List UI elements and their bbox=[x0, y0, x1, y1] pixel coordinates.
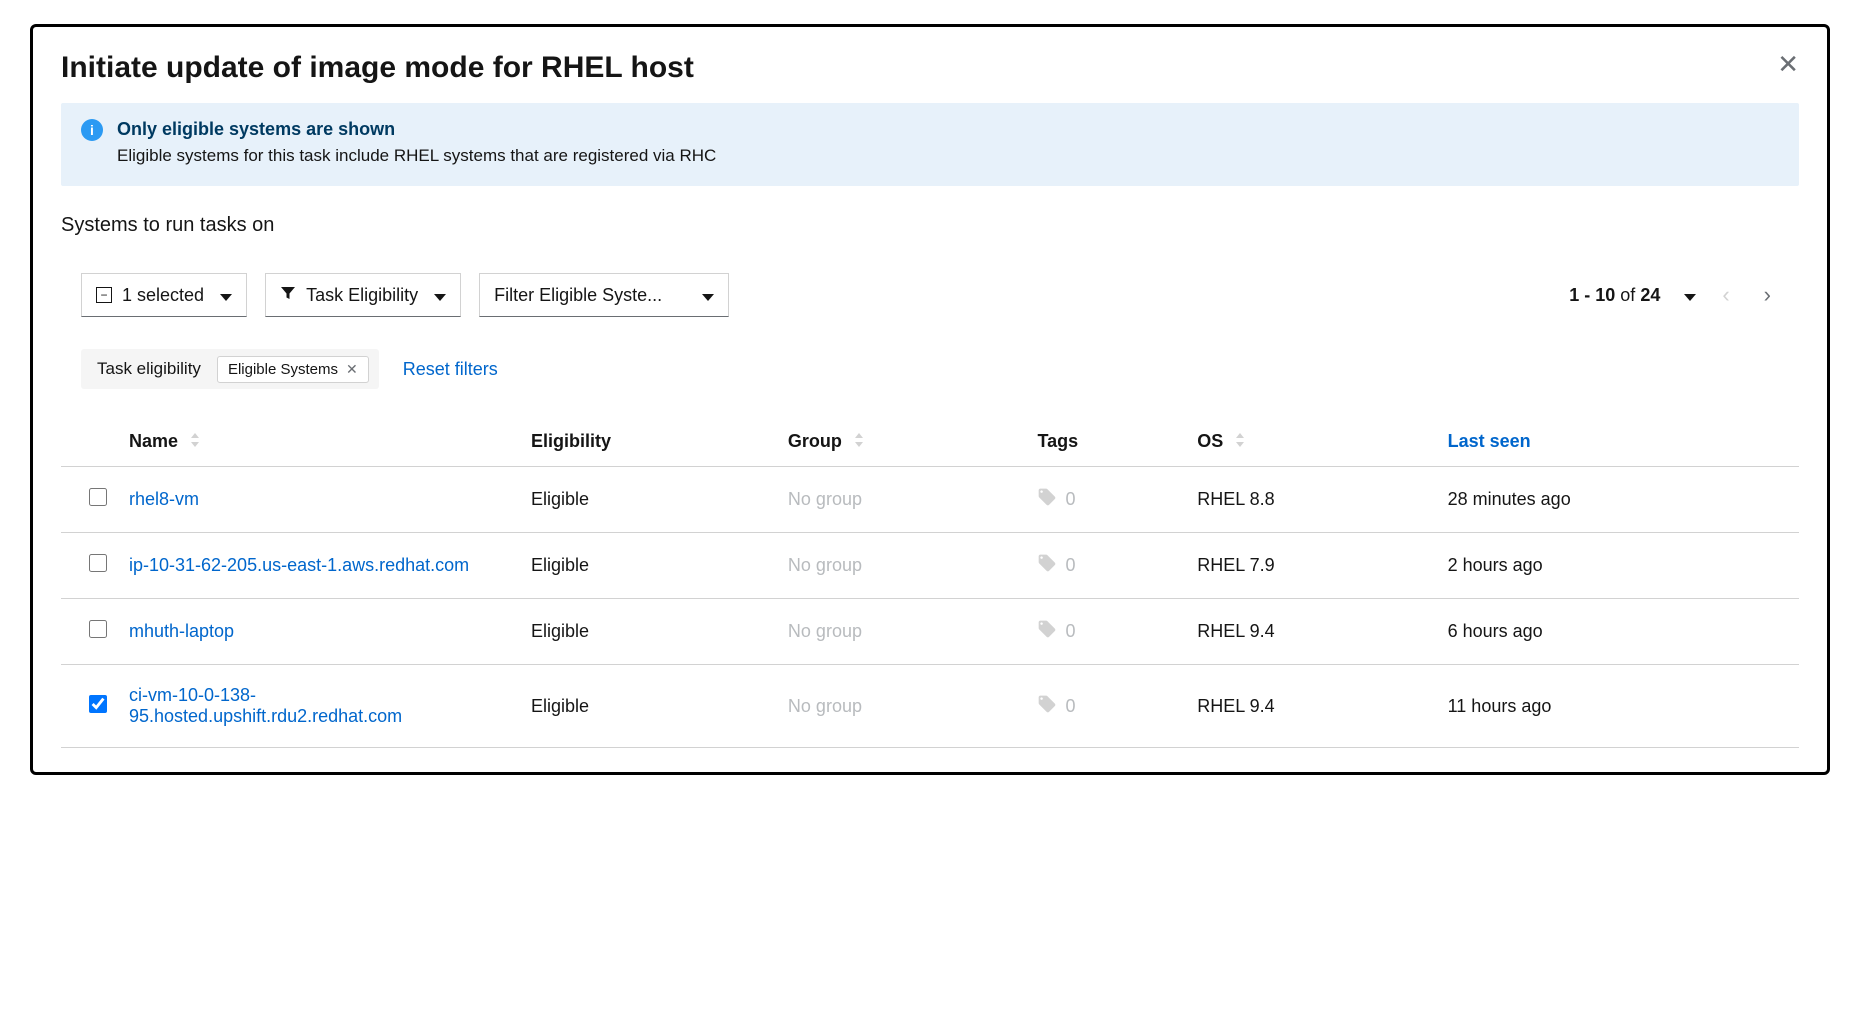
last-seen-cell: 6 hours ago bbox=[1436, 599, 1799, 665]
group-cell: No group bbox=[776, 533, 1026, 599]
pagination-total: 24 bbox=[1640, 285, 1660, 305]
table-row: ip-10-31-62-205.us-east-1.aws.redhat.com… bbox=[61, 533, 1799, 599]
alert-title: Only eligible systems are shown bbox=[117, 119, 1779, 140]
os-cell: RHEL 8.8 bbox=[1185, 467, 1435, 533]
tag-count: 0 bbox=[1065, 489, 1075, 510]
info-icon: i bbox=[81, 119, 103, 141]
info-alert: i Only eligible systems are shown Eligib… bbox=[61, 103, 1799, 186]
toolbar: − 1 selected Task Eligibility Filter Eli… bbox=[61, 273, 1799, 317]
chip-label: Eligible Systems bbox=[228, 361, 338, 378]
os-cell: RHEL 9.4 bbox=[1185, 599, 1435, 665]
filter-value-dropdown[interactable]: Filter Eligible Syste... bbox=[479, 273, 729, 317]
table-row: ci-vm-10-0-138-95.hosted.upshift.rdu2.re… bbox=[61, 665, 1799, 748]
row-checkbox[interactable] bbox=[89, 554, 107, 572]
systems-table: Name Eligibility Group Tags bbox=[61, 417, 1799, 748]
filter-category-label: Task Eligibility bbox=[306, 285, 418, 306]
system-name-link[interactable]: rhel8-vm bbox=[129, 489, 199, 509]
pagination-label: 1 - 10 of 24 bbox=[1569, 285, 1660, 306]
tag-count: 0 bbox=[1065, 555, 1075, 576]
chip-close-icon[interactable]: ✕ bbox=[346, 361, 358, 378]
tags-cell: 0 bbox=[1025, 467, 1185, 533]
select-all-header bbox=[61, 417, 119, 467]
os-cell: RHEL 9.4 bbox=[1185, 665, 1435, 748]
tag-count: 0 bbox=[1065, 621, 1075, 642]
filter-icon bbox=[280, 285, 296, 306]
filter-category-dropdown[interactable]: Task Eligibility bbox=[265, 273, 461, 317]
active-filters-row: Task eligibility Eligible Systems ✕ Rese… bbox=[61, 349, 1799, 389]
last-seen-cell: 28 minutes ago bbox=[1436, 467, 1799, 533]
reset-filters-link[interactable]: Reset filters bbox=[403, 359, 498, 380]
system-name-link[interactable]: mhuth-laptop bbox=[129, 621, 234, 641]
tag-count: 0 bbox=[1065, 696, 1075, 717]
caret-down-icon bbox=[696, 285, 714, 306]
group-cell: No group bbox=[776, 599, 1026, 665]
pagination: 1 - 10 of 24 ‹ › bbox=[1569, 278, 1779, 312]
bulk-select-dropdown[interactable]: − 1 selected bbox=[81, 273, 247, 317]
column-group-label: Group bbox=[788, 431, 842, 451]
caret-down-icon bbox=[214, 285, 232, 306]
filter-value-label: Filter Eligible Syste... bbox=[494, 285, 662, 306]
column-header-last-seen[interactable]: Last seen bbox=[1436, 417, 1799, 467]
eligibility-cell: Eligible bbox=[519, 467, 776, 533]
tag-icon bbox=[1037, 553, 1057, 578]
last-seen-cell: 2 hours ago bbox=[1436, 533, 1799, 599]
filter-chip-group: Task eligibility Eligible Systems ✕ bbox=[81, 349, 379, 389]
group-cell: No group bbox=[776, 665, 1026, 748]
column-os-label: OS bbox=[1197, 431, 1223, 451]
modal-dialog: Initiate update of image mode for RHEL h… bbox=[30, 24, 1830, 775]
close-icon[interactable]: ✕ bbox=[1777, 51, 1799, 77]
group-cell: No group bbox=[776, 467, 1026, 533]
table-row: mhuth-laptop EligibleNo group 0 RHEL 9.46 h… bbox=[61, 599, 1799, 665]
sort-icon bbox=[189, 433, 201, 450]
column-eligibility-label: Eligibility bbox=[531, 431, 611, 451]
column-header-eligibility: Eligibility bbox=[519, 417, 776, 467]
row-checkbox[interactable] bbox=[89, 620, 107, 638]
column-name-label: Name bbox=[129, 431, 178, 451]
pagination-range: 1 - 10 bbox=[1569, 285, 1615, 305]
tags-cell: 0 bbox=[1025, 665, 1185, 748]
per-page-dropdown[interactable] bbox=[1678, 285, 1696, 306]
column-last-seen-label: Last seen bbox=[1448, 431, 1531, 451]
section-title: Systems to run tasks on bbox=[61, 214, 1799, 237]
selected-count-label: 1 selected bbox=[122, 285, 204, 306]
os-cell: RHEL 7.9 bbox=[1185, 533, 1435, 599]
column-header-os[interactable]: OS bbox=[1185, 417, 1435, 467]
indeterminate-checkbox-icon: − bbox=[96, 287, 112, 303]
chip-group-label: Task eligibility bbox=[91, 355, 207, 383]
eligibility-cell: Eligible bbox=[519, 599, 776, 665]
alert-description: Eligible systems for this task include R… bbox=[117, 146, 1779, 166]
column-header-group[interactable]: Group bbox=[776, 417, 1026, 467]
tags-cell: 0 bbox=[1025, 599, 1185, 665]
modal-title: Initiate update of image mode for RHEL h… bbox=[61, 51, 694, 85]
tag-icon bbox=[1037, 619, 1057, 644]
next-page-button[interactable]: › bbox=[1756, 278, 1779, 312]
eligibility-cell: Eligible bbox=[519, 533, 776, 599]
eligibility-cell: Eligible bbox=[519, 665, 776, 748]
row-checkbox[interactable] bbox=[89, 695, 107, 713]
filter-chip: Eligible Systems ✕ bbox=[217, 356, 369, 383]
last-seen-cell: 11 hours ago bbox=[1436, 665, 1799, 748]
system-name-link[interactable]: ci-vm-10-0-138-95.hosted.upshift.rdu2.re… bbox=[129, 685, 402, 726]
row-checkbox[interactable] bbox=[89, 488, 107, 506]
table-row: rhel8-vm EligibleNo group 0 RHEL 8.828 minu… bbox=[61, 467, 1799, 533]
modal-header: Initiate update of image mode for RHEL h… bbox=[61, 51, 1799, 85]
column-header-name[interactable]: Name bbox=[119, 417, 519, 467]
system-name-link[interactable]: ip-10-31-62-205.us-east-1.aws.redhat.com bbox=[129, 555, 469, 575]
tags-cell: 0 bbox=[1025, 533, 1185, 599]
column-tags-label: Tags bbox=[1037, 431, 1078, 451]
pagination-of: of bbox=[1620, 285, 1635, 305]
prev-page-button[interactable]: ‹ bbox=[1714, 278, 1737, 312]
tag-icon bbox=[1037, 694, 1057, 719]
sort-icon bbox=[1234, 433, 1246, 450]
tag-icon bbox=[1037, 487, 1057, 512]
caret-down-icon bbox=[428, 285, 446, 306]
column-header-tags: Tags bbox=[1025, 417, 1185, 467]
sort-icon bbox=[853, 433, 865, 450]
